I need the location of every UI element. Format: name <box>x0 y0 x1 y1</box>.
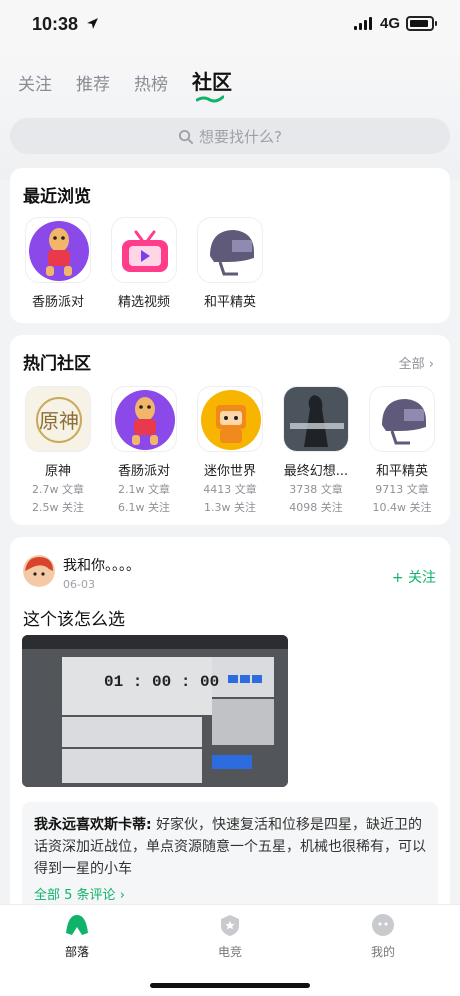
community-item-pubg[interactable]: 和平精英 9713 文章 10.4w 关注 <box>357 386 447 515</box>
community-follows: 1.3w 关注 <box>204 501 256 514</box>
sausage-party-icon <box>25 217 91 283</box>
tab-community[interactable]: 社区 <box>192 66 232 103</box>
tab-community-label: 社区 <box>192 70 232 94</box>
chevron-right-icon: › <box>428 357 434 372</box>
helmet-icon <box>369 386 435 452</box>
community-name: 和平精英 <box>375 464 428 479</box>
location-arrow-icon <box>87 18 98 29</box>
comment-author: 我永远喜欢斯卡蒂: <box>34 817 152 833</box>
helmet-icon <box>197 217 263 283</box>
post-card[interactable]: 我和你。。。。 06-03 + 关注 这个该怎么选 01 : 00 : 00 我… <box>10 537 450 917</box>
tv-video-icon <box>111 217 177 283</box>
svg-text:原神: 原神 <box>39 409 79 433</box>
recent-item-label: 香肠派对 <box>31 295 84 310</box>
top-bar: 关注 推荐 热榜 社区 想要找什么? <box>0 50 460 180</box>
view-all-link[interactable]: 全部 › <box>399 353 434 372</box>
community-name: 原神 <box>44 464 71 479</box>
nav-item-esports[interactable]: 电竞 <box>185 913 275 960</box>
view-all-label: 全部 <box>398 357 425 372</box>
image-timer-text: 01 : 00 : 00 <box>104 673 220 691</box>
profile-icon <box>372 914 394 936</box>
tribe-icon <box>66 915 88 935</box>
home-indicator <box>150 983 310 988</box>
community-articles: 2.1w 文章 <box>118 483 170 496</box>
community-item-genshin[interactable]: 原神 原神 2.7w 文章 2.5w 关注 <box>13 386 103 515</box>
community-item-final-fantasy[interactable]: 最终幻想... 3738 文章 4098 关注 <box>271 386 361 515</box>
community-name: 最终幻想... <box>283 464 349 479</box>
nav-label: 我的 <box>370 945 395 959</box>
community-articles: 9713 文章 <box>375 483 429 496</box>
community-articles: 3738 文章 <box>289 483 343 496</box>
comment-text: 我永远喜欢斯卡蒂: 好家伙，快速复活和位移是四星，缺近卫的话资深加近战位，单点资… <box>34 814 426 880</box>
community-name: 迷你世界 <box>203 464 256 479</box>
battery-icon <box>406 16 437 31</box>
nav-label: 电竞 <box>217 945 242 959</box>
community-follows: 2.5w 关注 <box>32 501 84 514</box>
tab-bar: 关注 推荐 热榜 社区 <box>18 66 232 103</box>
final-fantasy-icon <box>283 386 349 452</box>
genshin-icon: 原神 <box>25 386 91 452</box>
avatar[interactable] <box>23 555 55 587</box>
recent-title: 最近浏览 <box>23 187 91 207</box>
post-author[interactable]: 我和你。。。。 06-03 <box>23 555 140 591</box>
nav-item-tribe[interactable]: 部落 <box>32 913 122 960</box>
active-tab-indicator <box>196 95 224 103</box>
community-articles: 4413 文章 <box>203 483 257 496</box>
signal-icon <box>354 17 372 30</box>
network-label: 4G <box>380 15 401 32</box>
community-follows: 6.1w 关注 <box>118 501 170 514</box>
community-item-sausage-party[interactable]: 香肠派对 2.1w 文章 6.1w 关注 <box>99 386 189 515</box>
recent-item-videos[interactable]: 精选视频 <box>99 217 189 310</box>
recent-card: 最近浏览 香肠派对 精选视频 和平精英 <box>10 168 450 323</box>
follow-label: 关注 <box>408 570 436 586</box>
search-placeholder: 想要找什么? <box>199 127 282 146</box>
post-title: 这个该怎么选 <box>23 610 125 630</box>
community-articles: 2.7w 文章 <box>32 483 84 496</box>
recent-item-label: 精选视频 <box>117 295 170 310</box>
search-icon <box>178 129 194 144</box>
status-time: 10:38 <box>32 14 79 34</box>
nav-item-profile[interactable]: 我的 <box>338 913 428 960</box>
community-follows: 10.4w 关注 <box>372 501 432 514</box>
tab-follow[interactable]: 关注 <box>18 70 52 95</box>
community-item-mini-world[interactable]: 迷你世界 4413 文章 1.3w 关注 <box>185 386 275 515</box>
recent-item-label: 和平精英 <box>203 295 256 310</box>
all-comments-link[interactable]: 全部 5 条评论 › <box>34 884 125 903</box>
sausage-party-icon <box>111 386 177 452</box>
hot-community-title: 热门社区 <box>23 354 91 374</box>
tab-recommend[interactable]: 推荐 <box>76 70 110 95</box>
post-username: 我和你。。。。 <box>63 558 140 574</box>
recent-item-pubg[interactable]: 和平精英 <box>185 217 275 310</box>
post-image[interactable]: 01 : 00 : 00 <box>22 635 288 787</box>
top-comment[interactable]: 我永远喜欢斯卡蒂: 好家伙，快速复活和位移是四星，缺近卫的话资深加近战位，单点资… <box>22 802 438 912</box>
plus-icon: + <box>391 570 404 586</box>
tab-hot-list[interactable]: 热榜 <box>134 70 168 95</box>
bottom-nav: 部落 电竞 我的 <box>0 904 460 996</box>
recent-item-sausage-party[interactable]: 香肠派对 <box>13 217 103 310</box>
all-comments-label: 全部 5 条评论 <box>34 888 116 903</box>
follow-button[interactable]: + 关注 <box>392 567 436 587</box>
nav-label: 部落 <box>64 945 89 959</box>
status-bar: 10:38 4G <box>0 0 460 50</box>
community-follows: 4098 关注 <box>289 501 343 514</box>
post-date: 06-03 <box>63 578 95 591</box>
chevron-right-icon: › <box>119 888 125 903</box>
community-name: 香肠派对 <box>117 464 170 479</box>
hot-community-card: 热门社区 全部 › 原神 原神 2.7w 文章 2.5w 关注 香肠派对 2.1… <box>10 335 450 525</box>
search-bar[interactable]: 想要找什么? <box>10 118 450 154</box>
mini-world-icon <box>197 386 263 452</box>
esports-icon <box>221 915 239 936</box>
